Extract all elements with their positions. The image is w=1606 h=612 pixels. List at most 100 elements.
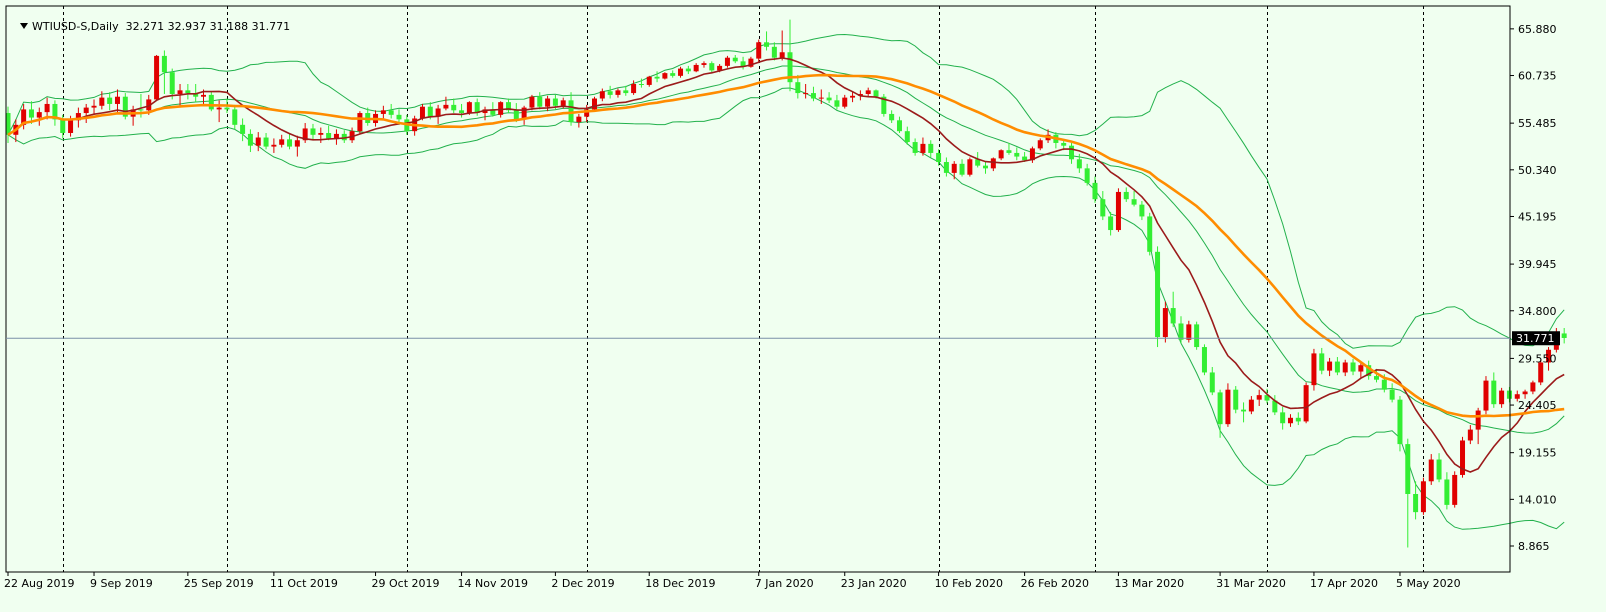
candle-body: [68, 120, 74, 133]
candle: [662, 72, 668, 80]
candle-body: [396, 114, 402, 120]
price-tick-label: 60.735: [1518, 70, 1557, 83]
candle-body: [1522, 391, 1528, 395]
candle-body: [732, 57, 738, 62]
price-tick-label: 8.865: [1518, 540, 1550, 553]
candle: [1147, 212, 1153, 256]
candle-body: [388, 110, 394, 115]
candle-body: [1092, 182, 1098, 200]
candle: [1405, 438, 1411, 548]
candle: [1233, 386, 1239, 414]
candle: [1084, 163, 1090, 186]
candle-body: [36, 112, 42, 118]
candle-body: [1147, 216, 1153, 252]
candle-body: [1413, 493, 1419, 513]
price-tick-label: 19.155: [1518, 447, 1557, 460]
price-chart[interactable]: 65.880 60.735 55.485 50.340 45.195 39.945 34.8…: [0, 0, 1606, 612]
candle-body: [701, 63, 707, 65]
candle-body: [1084, 168, 1090, 183]
candle: [52, 100, 58, 126]
candle-body: [1201, 347, 1207, 373]
candle-body: [1069, 145, 1075, 160]
candle-body: [1178, 323, 1184, 340]
candle: [1334, 357, 1340, 376]
candle-body: [1444, 479, 1450, 505]
candle: [896, 116, 902, 133]
candle-body: [263, 137, 269, 147]
candle-body: [1467, 429, 1473, 441]
candle-body: [1303, 385, 1309, 422]
candle-body: [185, 90, 191, 94]
candle: [787, 19, 793, 92]
candle-body: [983, 165, 988, 169]
candle-body: [928, 143, 934, 153]
candle-body: [560, 100, 566, 106]
candle: [1530, 380, 1536, 395]
candle: [1131, 191, 1137, 207]
candle-body: [1076, 159, 1082, 169]
ma-fast-line: [7, 57, 1565, 473]
bollinger-middle-line: [7, 65, 1565, 434]
candle: [1460, 436, 1466, 478]
candle-body: [44, 103, 50, 113]
candle: [310, 123, 316, 140]
candle: [779, 30, 785, 61]
candle: [1287, 414, 1293, 427]
candle-body: [169, 72, 175, 94]
candle: [1561, 328, 1567, 344]
candle-body: [826, 97, 832, 101]
candle-body: [1022, 156, 1028, 161]
candle: [388, 103, 394, 119]
candle-body: [529, 96, 535, 108]
candle: [287, 133, 293, 150]
candle-body: [818, 97, 824, 99]
candle: [1389, 383, 1395, 403]
candle-body: [592, 98, 597, 110]
candle: [451, 98, 457, 114]
candle: [357, 111, 363, 134]
candle-body: [1436, 459, 1442, 480]
chevron-down-icon[interactable]: [20, 23, 28, 29]
candle: [505, 98, 511, 114]
candle: [1272, 395, 1278, 416]
candle-body: [576, 116, 582, 123]
candle: [208, 91, 214, 112]
candle-body: [1123, 191, 1129, 200]
candle-body: [662, 73, 668, 79]
candle: [1209, 367, 1215, 396]
candle-body: [247, 133, 253, 146]
candle: [685, 65, 691, 75]
candle-body: [1248, 399, 1254, 412]
candle: [341, 130, 347, 143]
candle-body: [1506, 390, 1512, 399]
candle-body: [1381, 379, 1387, 390]
candle-body: [779, 52, 785, 58]
candle: [154, 54, 160, 101]
candle: [1194, 321, 1200, 350]
candle-body: [1186, 324, 1192, 340]
candle: [983, 162, 988, 174]
candle-body: [419, 106, 425, 119]
candle-body: [1319, 353, 1325, 371]
candle-body: [873, 90, 879, 97]
period-separators: [63, 6, 1424, 572]
candle-body: [998, 150, 1004, 159]
candle-body: [279, 139, 285, 145]
chart-window[interactable]: 65.880 60.735 55.485 50.340 45.195 39.945 34.8…: [0, 0, 1606, 612]
candle-body: [427, 106, 433, 117]
candle: [1108, 211, 1114, 236]
candle-body: [107, 97, 113, 104]
candle: [1014, 147, 1020, 161]
candle: [1186, 320, 1192, 343]
candle-body: [224, 107, 230, 110]
candle: [1499, 387, 1505, 408]
candle: [678, 66, 684, 78]
price-tick-label: 14.010: [1518, 493, 1557, 506]
price-tick-label: 45.195: [1518, 210, 1557, 223]
candle: [1162, 301, 1168, 343]
candle: [1225, 383, 1231, 427]
candle-body: [1405, 444, 1411, 494]
candle-body: [60, 119, 66, 133]
chart-header: WTIUSD-S,Daily 32.271 32.937 31.188 31.7…: [6, 7, 290, 46]
candle-body: [161, 55, 167, 73]
